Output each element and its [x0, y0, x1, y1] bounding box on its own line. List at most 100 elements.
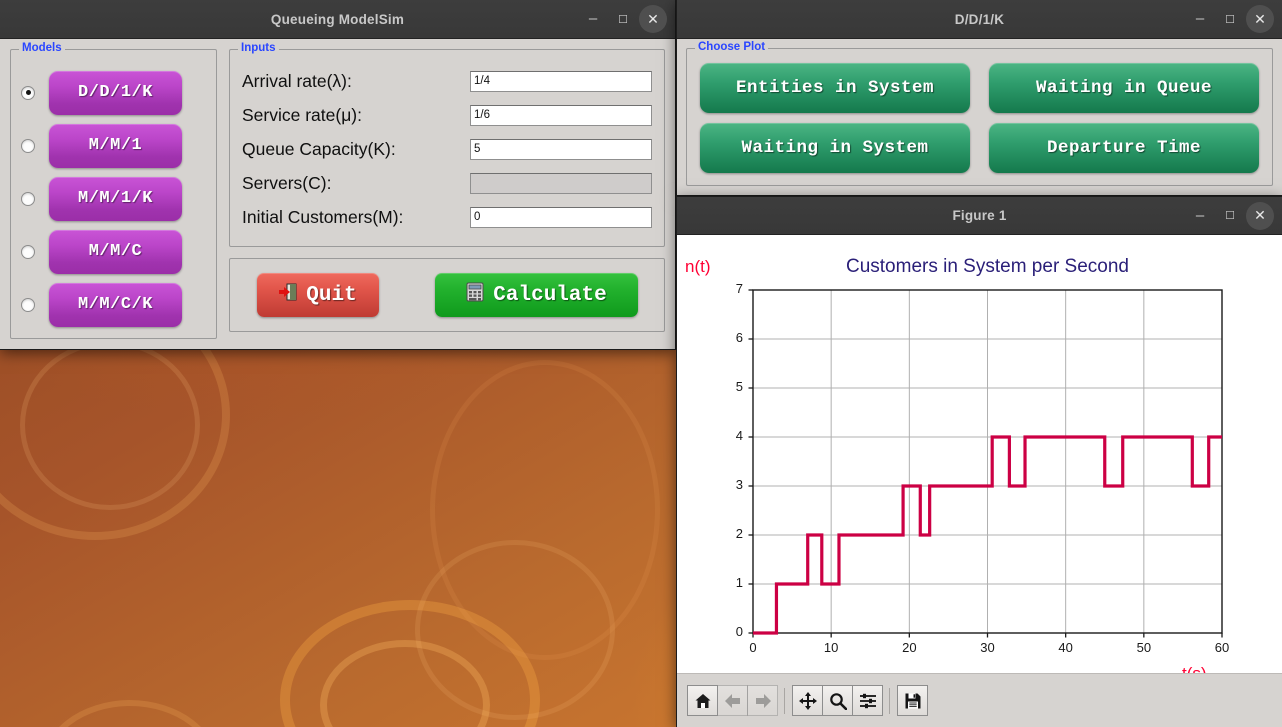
wallpaper-swirl	[430, 360, 660, 660]
close-icon[interactable]: ✕	[1246, 201, 1274, 230]
y-tick-label: 2	[735, 526, 743, 541]
app-content: Models D/D/1/K M/M/1 M/M/1/K M/M/C M/M/C…	[0, 39, 675, 349]
wallpaper-swirl	[415, 540, 615, 720]
servers-label: Servers(C):	[242, 172, 332, 193]
matplotlib-toolbar	[677, 673, 1282, 727]
inputs-group-legend: Inputs	[238, 42, 279, 54]
y-tick-label: 3	[735, 477, 743, 492]
arrival-rate-input[interactable]: 1/4	[470, 70, 652, 92]
chart-plot-area	[748, 289, 1223, 638]
maximize-icon[interactable]: ☐	[609, 5, 637, 33]
service-rate-label: Service rate(μ):	[242, 104, 362, 125]
calculate-button-label: Calculate	[493, 283, 607, 307]
y-tick-label: 4	[735, 428, 743, 443]
exit-door-icon	[278, 282, 298, 309]
y-tick-label: 7	[735, 281, 743, 296]
maximize-icon[interactable]: ☐	[1216, 202, 1244, 230]
model-radio-mmc[interactable]	[21, 244, 35, 259]
wallpaper-swirl	[320, 640, 490, 727]
model-radio-mm1k[interactable]	[21, 191, 35, 206]
model-row-0: D/D/1/K	[11, 66, 216, 119]
model-row-2: M/M/1/K	[11, 172, 216, 225]
arrival-rate-label: Arrival rate(λ):	[242, 70, 352, 91]
model-radio-mmck[interactable]	[21, 297, 35, 312]
model-button-dd1k[interactable]: D/D/1/K	[49, 70, 182, 115]
app-titlebar[interactable]: Queueing ModelSim – ☐ ✕	[0, 0, 675, 39]
plot-selector-window: D/D/1/K – ☐ ✕ Choose Plot Entities in Sy…	[676, 0, 1282, 196]
model-button-mmc[interactable]: M/M/C	[49, 229, 182, 274]
toolbar-separator	[889, 687, 890, 714]
plot-button-departure-time[interactable]: Departure Time	[989, 123, 1259, 173]
wallpaper-swirl	[280, 600, 540, 727]
input-row-service-rate: Service rate(μ): 1/6	[242, 98, 652, 132]
app-title: Queueing ModelSim	[270, 11, 405, 27]
model-radio-mm1[interactable]	[21, 138, 35, 153]
input-row-arrival-rate: Arrival rate(λ): 1/4	[242, 64, 652, 98]
model-row-1: M/M/1	[11, 119, 216, 172]
wallpaper-swirl	[20, 340, 200, 510]
queue-capacity-label: Queue Capacity(K):	[242, 138, 396, 159]
matplotlib-canvas[interactable]: Customers in System per Second n(t) t(s)…	[677, 235, 1282, 673]
plot-selector-titlebar[interactable]: D/D/1/K – ☐ ✕	[677, 0, 1282, 39]
queue-capacity-input[interactable]: 5	[470, 138, 652, 160]
plot-selector-window-controls: – ☐ ✕	[1186, 5, 1282, 33]
input-row-initial-customers: Initial Customers(M): 0	[242, 200, 652, 234]
configure-subplots-icon[interactable]	[852, 685, 883, 716]
back-arrow-icon[interactable]	[717, 685, 748, 716]
home-icon[interactable]	[687, 685, 718, 716]
choose-plot-group: Choose Plot Entities in System Waiting i…	[686, 41, 1273, 186]
chart-title: Customers in System per Second	[845, 256, 1129, 277]
plot-button-entities-in-system[interactable]: Entities in System	[700, 63, 970, 113]
zoom-magnifier-icon[interactable]	[822, 685, 853, 716]
forward-arrow-icon[interactable]	[747, 685, 778, 716]
close-icon[interactable]: ✕	[639, 5, 667, 33]
close-icon[interactable]: ✕	[1246, 5, 1274, 33]
model-button-mm1[interactable]: M/M/1	[49, 123, 182, 168]
inputs-group: Inputs Arrival rate(λ): 1/4 Service rate…	[229, 42, 665, 247]
x-tick-label: 0	[749, 640, 757, 655]
chart-x-axis-label: t(s)	[1182, 664, 1207, 673]
model-button-mm1k[interactable]: M/M/1/K	[49, 176, 182, 221]
servers-input	[470, 172, 652, 194]
app-right-column: Inputs Arrival rate(λ): 1/4 Service rate…	[229, 42, 665, 339]
x-tick-label: 10	[823, 640, 839, 655]
y-tick-label: 5	[735, 379, 743, 394]
y-tick-label: 0	[735, 624, 743, 639]
model-row-4: M/M/C/K	[11, 278, 216, 331]
y-tick-label: 6	[735, 330, 743, 345]
figure-window-controls: – ☐ ✕	[1186, 201, 1282, 230]
figure-titlebar[interactable]: Figure 1 – ☐ ✕	[677, 197, 1282, 235]
plot-button-waiting-in-queue[interactable]: Waiting in Queue	[989, 63, 1259, 113]
app-window-controls: – ☐ ✕	[579, 5, 675, 33]
models-group: Models D/D/1/K M/M/1 M/M/1/K M/M/C M/M/C…	[10, 42, 217, 339]
quit-button[interactable]: Quit	[256, 273, 379, 317]
x-tick-label: 50	[1136, 640, 1152, 655]
save-floppy-icon[interactable]	[897, 685, 928, 716]
actions-group: Quit Calculate	[229, 258, 665, 332]
maximize-icon[interactable]: ☐	[1216, 5, 1244, 33]
minimize-icon[interactable]: –	[579, 5, 607, 33]
plot-selector-content: Choose Plot Entities in System Waiting i…	[677, 39, 1282, 195]
y-tick-label: 1	[735, 575, 743, 590]
calculator-icon	[465, 282, 485, 309]
chart-y-axis-label: n(t)	[685, 257, 711, 276]
service-rate-input[interactable]: 1/6	[470, 104, 652, 126]
figure-window: Figure 1 – ☐ ✕ Customers in System per S…	[676, 196, 1282, 727]
pan-move-icon[interactable]	[792, 685, 823, 716]
x-tick-label: 60	[1214, 640, 1230, 655]
queueing-modelsim-window: Queueing ModelSim – ☐ ✕ Models D/D/1/K M…	[0, 0, 676, 350]
plot-button-waiting-in-system[interactable]: Waiting in System	[700, 123, 970, 173]
model-radio-dd1k[interactable]	[21, 85, 35, 100]
initial-customers-input[interactable]: 0	[470, 206, 652, 228]
wallpaper-swirl	[40, 700, 220, 727]
models-group-legend: Models	[19, 42, 65, 54]
model-button-mmck[interactable]: M/M/C/K	[49, 282, 182, 327]
minimize-icon[interactable]: –	[1186, 5, 1214, 33]
input-row-queue-capacity: Queue Capacity(K): 5	[242, 132, 652, 166]
model-row-3: M/M/C	[11, 225, 216, 278]
calculate-button[interactable]: Calculate	[434, 273, 638, 317]
x-tick-label: 40	[1058, 640, 1073, 655]
x-tick-label: 20	[902, 640, 917, 655]
minimize-icon[interactable]: –	[1186, 202, 1214, 230]
initial-customers-label: Initial Customers(M):	[242, 206, 404, 227]
